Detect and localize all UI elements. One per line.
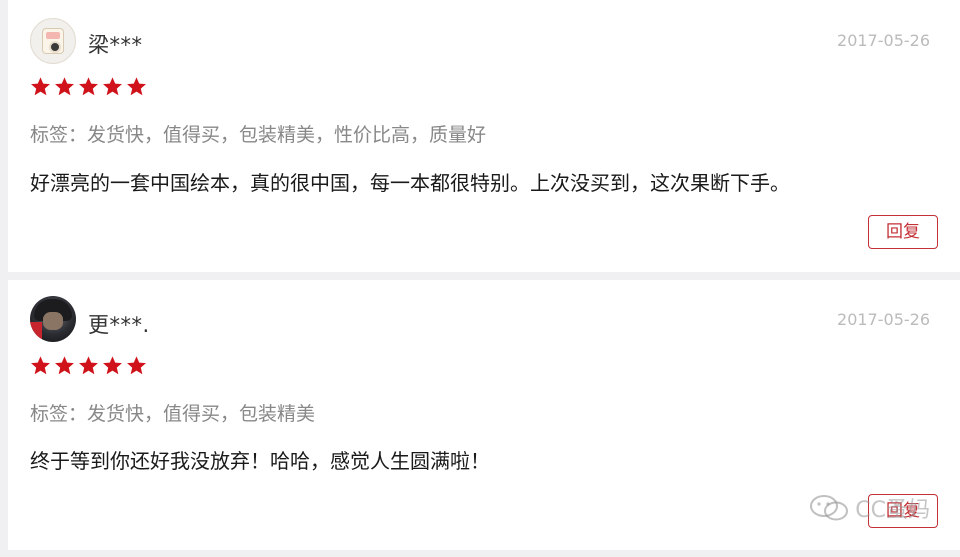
review-item: 更***. 2017-05-26 标签：发货快，值得买，包装精美 终于等到你还好… <box>8 280 960 550</box>
star-rating <box>30 76 147 98</box>
wechat-icon <box>810 495 849 521</box>
star-icon <box>103 77 122 96</box>
avatar[interactable] <box>30 296 76 342</box>
star-icon <box>79 77 98 96</box>
review-date: 2017-05-26 <box>837 31 930 50</box>
review-tags: 标签：发货快，值得买，包装精美，性价比高，质量好 <box>30 124 487 146</box>
star-icon <box>55 77 74 96</box>
watermark: CC蚤妈 <box>809 492 930 524</box>
review-tags: 标签：发货快，值得买，包装精美 <box>30 403 316 425</box>
camera-icon <box>42 28 64 54</box>
star-icon <box>127 356 146 375</box>
star-icon <box>79 356 98 375</box>
star-icon <box>127 77 146 96</box>
review-list: 梁*** 2017-05-26 标签：发货快，值得买，包装精美，性价比高，质量好… <box>0 0 960 557</box>
avatar[interactable] <box>30 18 76 64</box>
review-content: 好漂亮的一套中国绘本，真的很中国，每一本都很特别。上次没买到，这次果断下手。 <box>30 171 790 195</box>
star-icon <box>31 77 50 96</box>
review-content: 终于等到你还好我没放弃！哈哈，感觉人生圆满啦！ <box>30 449 490 473</box>
review-date: 2017-05-26 <box>837 310 930 329</box>
review-item: 梁*** 2017-05-26 标签：发货快，值得买，包装精美，性价比高，质量好… <box>8 0 960 272</box>
watermark-text: CC蚤妈 <box>855 498 930 523</box>
star-icon <box>55 356 74 375</box>
username: 更***. <box>88 313 150 337</box>
reply-button[interactable]: 回复 <box>868 215 938 249</box>
star-icon <box>31 356 50 375</box>
username: 梁*** <box>88 33 143 57</box>
star-icon <box>103 356 122 375</box>
star-rating <box>30 355 147 377</box>
